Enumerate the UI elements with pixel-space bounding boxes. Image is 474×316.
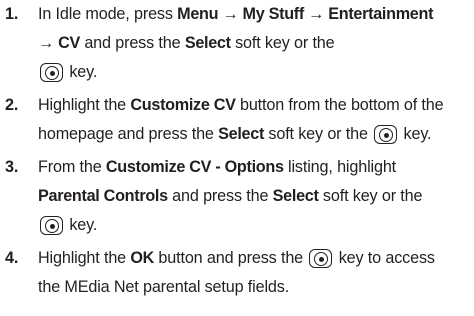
step-text: key. xyxy=(65,63,98,81)
ok-key-icon xyxy=(40,63,63,82)
select-key-label: Select xyxy=(218,125,265,143)
menu-path-end: → CV xyxy=(38,34,80,52)
step-text: and press the xyxy=(79,34,185,52)
step-text: soft key or the xyxy=(230,34,335,52)
step-text: In Idle mode, press xyxy=(38,5,178,23)
step-3: 3. From the Customize CV - Options listi… xyxy=(0,153,474,240)
step-4: 4. Highlight the OK button and press the… xyxy=(0,244,474,302)
step-text: Highlight the xyxy=(38,249,131,267)
step-text: and press the xyxy=(167,187,273,205)
step-text: listing, highlight xyxy=(283,158,397,176)
menu-path: Menu → My Stuff → Entertainment xyxy=(177,5,434,23)
step-number: 2. xyxy=(5,96,19,114)
step-number: 4. xyxy=(5,249,19,267)
step-text: key. xyxy=(399,125,432,143)
step-number: 1. xyxy=(5,5,19,23)
customize-options-label: Customize CV - Options xyxy=(105,158,284,176)
step-text: button and press the xyxy=(154,249,308,267)
ok-key-icon xyxy=(374,125,398,144)
step-text: key. xyxy=(65,216,98,234)
parental-controls-label: Parental Controls xyxy=(38,187,168,205)
step-text: homepage and press the xyxy=(38,125,219,143)
step-text: the MEdia Net parental setup fields. xyxy=(38,278,290,296)
step-text: soft key or the xyxy=(264,125,373,143)
instruction-list: 1. In Idle mode, press Menu → My Stuff →… xyxy=(0,0,474,302)
ok-button-label: OK xyxy=(130,249,155,267)
step-text: From the xyxy=(38,158,106,176)
step-number: 3. xyxy=(5,158,19,176)
select-key-label: Select xyxy=(184,34,231,52)
step-2: 2. Highlight the Customize CV button fro… xyxy=(0,91,474,149)
step-text: button from the bottom of the xyxy=(235,96,444,114)
select-key-label: Select xyxy=(272,187,319,205)
customize-cv-label: Customize CV xyxy=(130,96,236,114)
ok-key-icon xyxy=(40,216,63,235)
step-text: soft key or the xyxy=(318,187,423,205)
step-1: 1. In Idle mode, press Menu → My Stuff →… xyxy=(0,0,474,87)
step-text: key to access xyxy=(334,249,435,267)
ok-key-icon xyxy=(309,249,333,268)
step-text: Highlight the xyxy=(38,96,131,114)
